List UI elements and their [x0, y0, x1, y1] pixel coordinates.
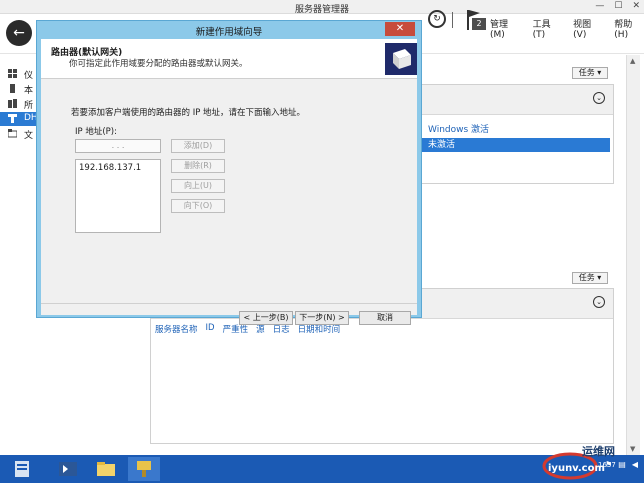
- next-step-button[interactable]: 下一步(N) >: [295, 311, 349, 325]
- add-button[interactable]: 添加(D): [171, 139, 225, 153]
- column-header[interactable]: 服务器名称: [155, 323, 198, 335]
- menu-bar: 管理(M) 工具(T) 视图(V) 帮助(H): [490, 17, 644, 40]
- nav-label: 文: [24, 131, 34, 141]
- expand-icon[interactable]: ⌄: [593, 92, 605, 104]
- nav-item-local-server[interactable]: 本: [0, 82, 40, 96]
- explorer-taskbar-button[interactable]: [90, 457, 122, 481]
- server-manager-icon: [15, 461, 29, 477]
- dialog-title: 新建作用域向导: [195, 27, 263, 38]
- new-scope-wizard-dialog: 新建作用域向导 ✕ 路由器(默认网关) 你可指定此作用域要分配的路由器或默认网关…: [36, 20, 422, 325]
- powershell-taskbar-button[interactable]: [52, 457, 84, 481]
- close-icon[interactable]: ✕: [632, 1, 640, 11]
- dialog-close-button[interactable]: ✕: [385, 22, 415, 36]
- window-controls: — ☐ ✕: [595, 1, 640, 11]
- nav-item-file-services[interactable]: 文: [0, 127, 40, 141]
- refresh-icon[interactable]: ↻: [428, 10, 446, 28]
- dhcp-taskbar-button[interactable]: [128, 457, 160, 481]
- windows-activation-link[interactable]: Windows 激活: [428, 122, 489, 135]
- back-step-button[interactable]: < 上一步(B): [239, 311, 293, 325]
- move-down-button[interactable]: 向下(O): [171, 199, 225, 213]
- nav-label: 本: [24, 86, 34, 96]
- menu-help[interactable]: 帮助(H): [614, 17, 644, 40]
- expand-icon[interactable]: ⌄: [593, 296, 605, 308]
- menu-view[interactable]: 视图(V): [573, 17, 602, 40]
- dashboard-icon: [8, 69, 17, 78]
- column-header[interactable]: ID: [206, 323, 215, 335]
- ip-address-input[interactable]: . . .: [75, 139, 161, 153]
- ip-address-label: IP 地址(P):: [75, 127, 117, 137]
- dialog-body: 路由器(默认网关) 你可指定此作用域要分配的路由器或默认网关。 若要添加客户端使…: [41, 39, 417, 325]
- router-ip-list[interactable]: 192.168.137.1: [75, 159, 161, 233]
- menu-tools[interactable]: 工具(T): [533, 17, 562, 40]
- powershell-icon: [59, 462, 77, 476]
- selected-row[interactable]: 未激活: [420, 138, 610, 152]
- nav-label: 仪: [24, 71, 34, 81]
- instruction-text: 若要添加客户端使用的路由器的 IP 地址，请在下面输入地址。: [71, 108, 306, 118]
- dialog-subheading: 你可指定此作用域要分配的路由器或默认网关。: [69, 59, 248, 69]
- tasks-label: 任务: [578, 273, 595, 282]
- server-manager-taskbar-button[interactable]: [6, 457, 38, 481]
- server-icon: [10, 84, 15, 93]
- tasks-dropdown-bottom[interactable]: 任务 ▾: [572, 272, 608, 284]
- minimize-icon[interactable]: —: [595, 1, 604, 11]
- remove-button[interactable]: 删除(R): [171, 159, 225, 173]
- cancel-button[interactable]: 取消: [359, 311, 411, 325]
- move-up-button[interactable]: 向上(U): [171, 179, 225, 193]
- list-item[interactable]: 192.168.137.1: [79, 163, 141, 173]
- tasks-dropdown-top[interactable]: 任务 ▾: [572, 67, 608, 79]
- folder-icon: [97, 462, 115, 476]
- watermark-text-bottom: iyunv.com: [548, 463, 605, 474]
- dhcp-tool-icon: [137, 461, 151, 477]
- file-services-icon: [8, 129, 17, 138]
- nav-item-dashboard[interactable]: 仪: [0, 67, 40, 81]
- nav-label: 所: [24, 101, 34, 111]
- header-separator: [452, 12, 453, 28]
- vertical-scrollbar[interactable]: ▲ ▼: [626, 55, 640, 455]
- maximize-icon[interactable]: ☐: [614, 1, 622, 11]
- server-manager-titlebar: 服务器管理器 — ☐ ✕: [0, 0, 644, 15]
- nav-item-all-servers[interactable]: 所: [0, 97, 40, 111]
- servers-icon: [8, 99, 17, 108]
- nav-item-dhcp[interactable]: DH: [0, 112, 40, 126]
- scroll-up-icon[interactable]: ▲: [630, 57, 635, 65]
- watermark-text-top: 运维网: [582, 445, 615, 458]
- left-navigation: 仪 本 所 DH 文: [0, 55, 40, 455]
- tasks-label: 任务: [578, 68, 595, 77]
- footer-separator: [41, 303, 417, 304]
- menu-manage[interactable]: 管理(M): [490, 17, 521, 40]
- notification-badge: 2: [472, 18, 486, 30]
- dhcp-icon: [8, 114, 17, 123]
- wizard-logo-icon: [385, 43, 417, 75]
- dialog-header-section: 路由器(默认网关) 你可指定此作用域要分配的路由器或默认网关。: [41, 39, 417, 79]
- back-button[interactable]: ←: [6, 20, 32, 46]
